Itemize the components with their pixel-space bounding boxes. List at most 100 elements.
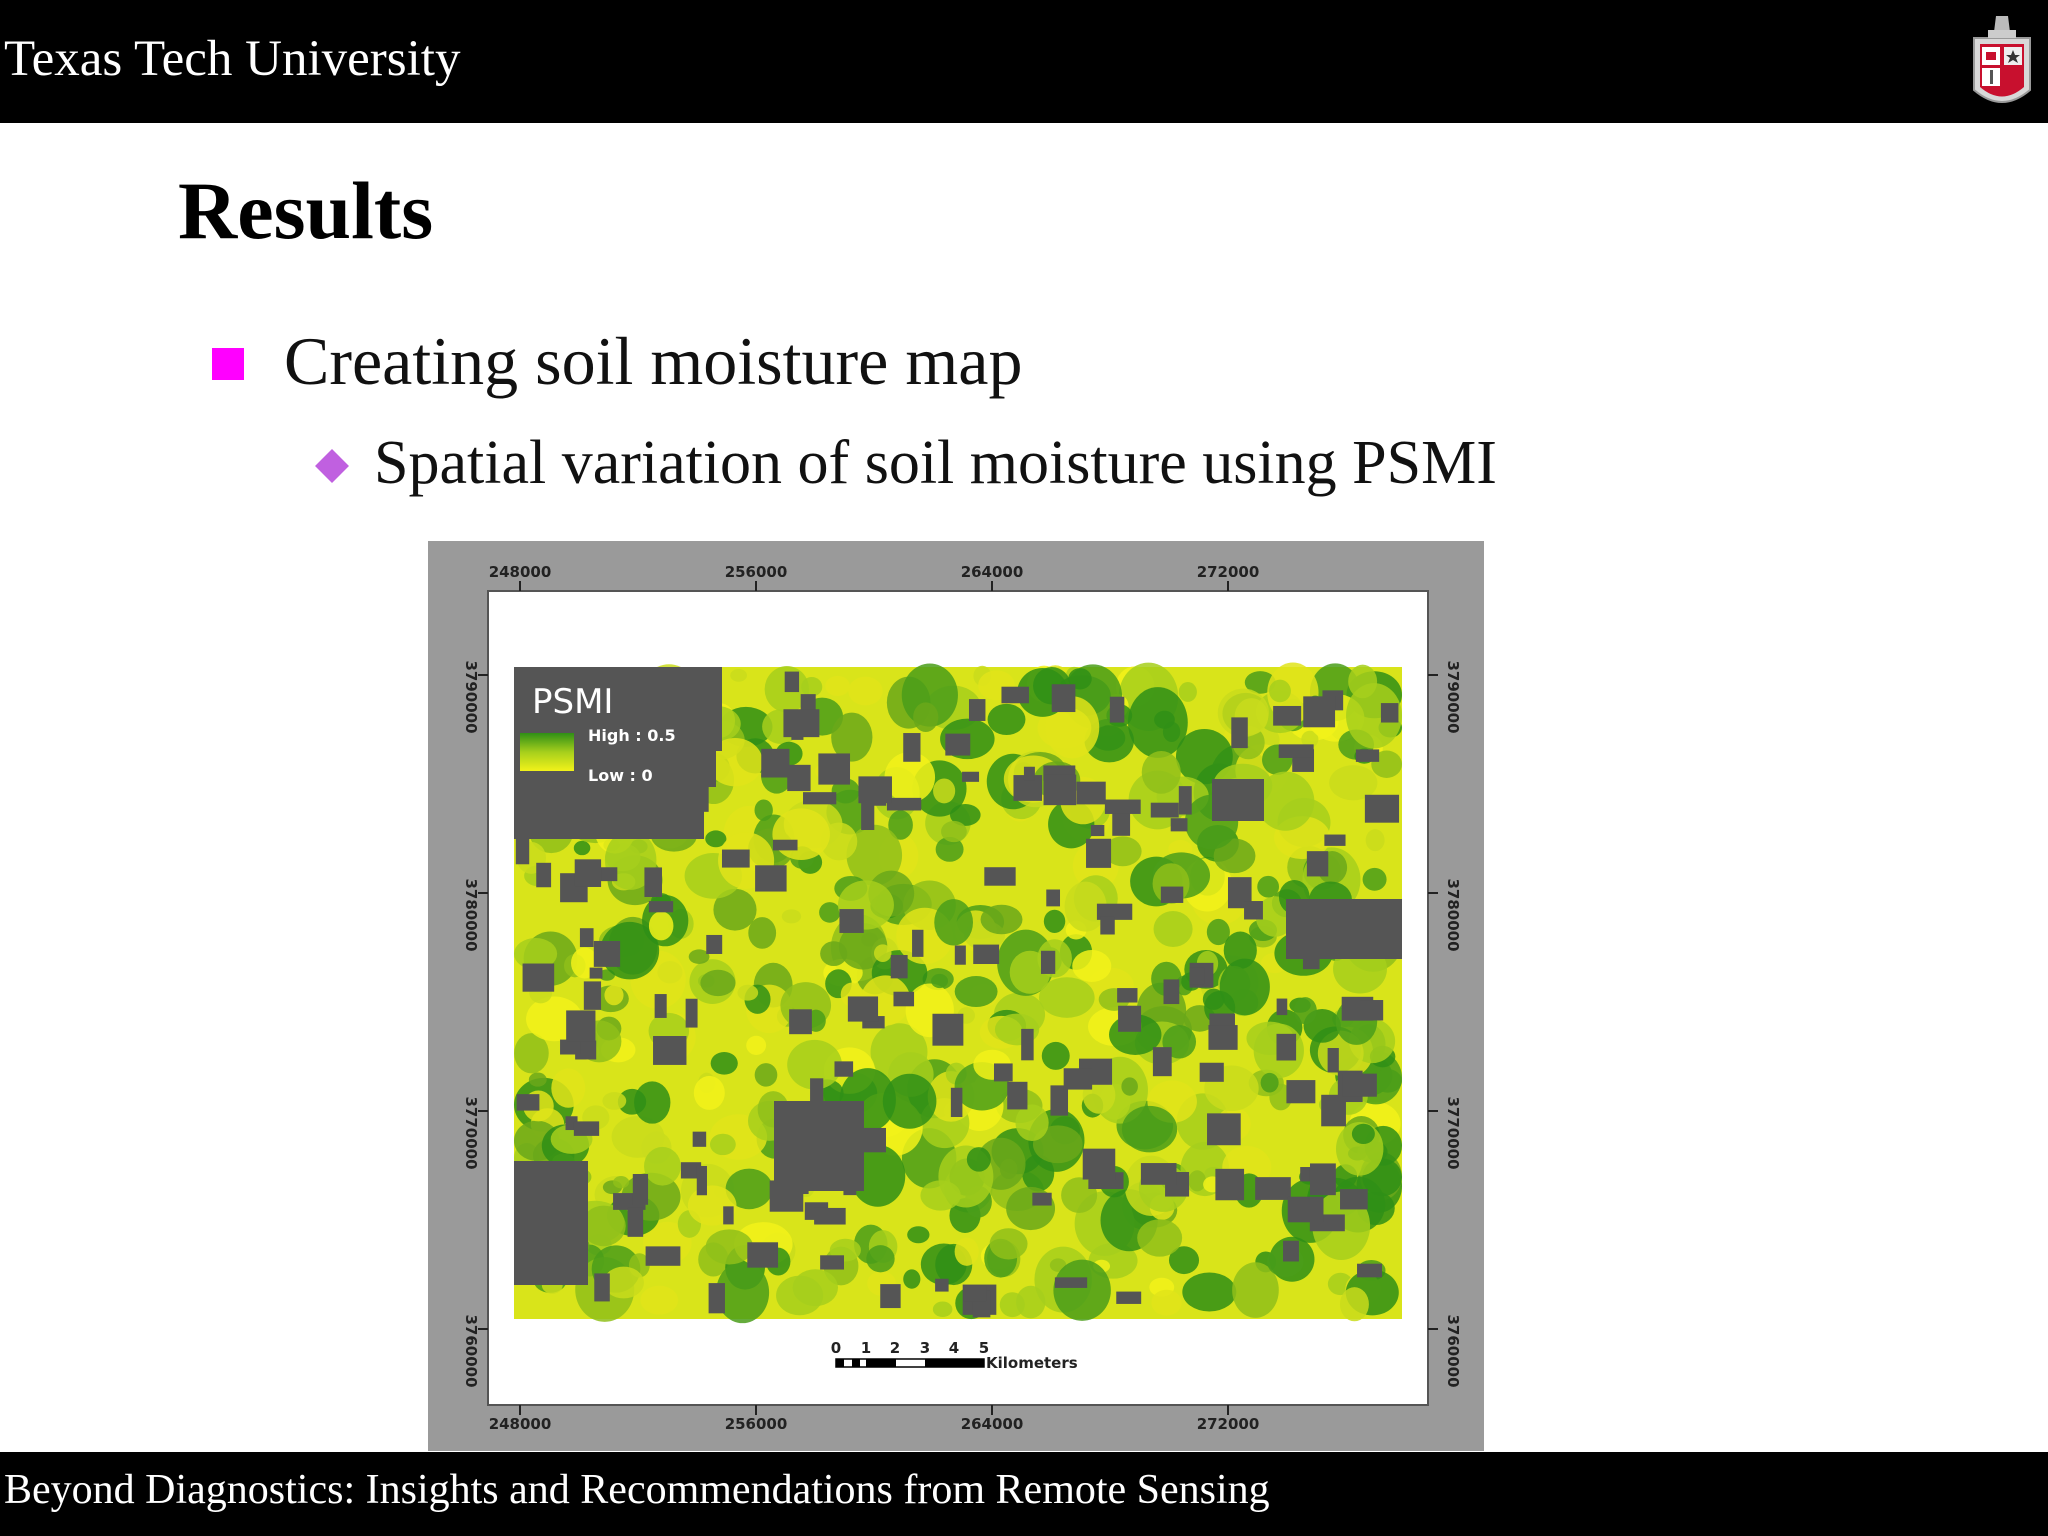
legend-low-label: Low : 0 bbox=[588, 766, 653, 785]
masked-block bbox=[648, 901, 674, 913]
masked-block bbox=[886, 797, 922, 811]
x-tick-label: 264000 bbox=[961, 1415, 1024, 1433]
masked-block bbox=[1051, 684, 1076, 713]
masked-block bbox=[723, 1206, 734, 1225]
field-patch bbox=[825, 675, 850, 697]
x-tick-label: 256000 bbox=[725, 1415, 788, 1433]
masked-block bbox=[814, 1207, 846, 1225]
masked-block bbox=[774, 1101, 864, 1191]
masked-block bbox=[761, 748, 790, 778]
masked-block bbox=[1170, 818, 1188, 832]
x-tick-label: 264000 bbox=[961, 563, 1024, 581]
field-patch bbox=[602, 1092, 627, 1110]
masked-block bbox=[772, 839, 798, 851]
field-patch bbox=[754, 1063, 778, 1087]
masked-block bbox=[789, 1009, 812, 1035]
masked-block bbox=[935, 1278, 949, 1292]
masked-block bbox=[1209, 1013, 1235, 1026]
masked-block bbox=[1283, 1240, 1299, 1262]
field-patch bbox=[551, 1068, 586, 1108]
masked-block bbox=[784, 671, 800, 693]
field-patch bbox=[933, 778, 956, 804]
masked-block bbox=[893, 991, 915, 1007]
x-tick-label: 272000 bbox=[1197, 563, 1260, 581]
field-patch bbox=[1121, 1077, 1138, 1096]
field-patch bbox=[746, 1035, 767, 1055]
masked-block bbox=[968, 699, 986, 721]
masked-block bbox=[1063, 1068, 1093, 1090]
field-patch bbox=[693, 1075, 725, 1110]
x-tick-label: 256000 bbox=[725, 563, 788, 581]
masked-block bbox=[803, 792, 837, 805]
masked-block bbox=[594, 1273, 610, 1302]
y-tick-label: 3770000 bbox=[1444, 1096, 1462, 1169]
field-patch bbox=[1121, 1105, 1178, 1153]
masked-block bbox=[1278, 744, 1314, 758]
masked-block bbox=[583, 981, 602, 1010]
y-tick-label: 3780000 bbox=[1444, 878, 1462, 951]
bullet-level1-text: Creating soil moisture map bbox=[284, 323, 1023, 399]
field-patch bbox=[920, 1180, 961, 1211]
university-seal-icon bbox=[1973, 16, 2031, 103]
field-patch bbox=[1041, 1041, 1070, 1070]
y-tick-label: 3780000 bbox=[462, 878, 480, 951]
field-patch bbox=[941, 820, 967, 843]
y-tick-label: 3760000 bbox=[462, 1314, 480, 1387]
masked-block bbox=[566, 1010, 596, 1042]
masked-block bbox=[963, 1285, 987, 1302]
field-patch bbox=[640, 1285, 679, 1315]
field-patch bbox=[873, 944, 892, 962]
field-patch bbox=[848, 676, 883, 706]
field-patch bbox=[776, 1275, 824, 1316]
masked-block bbox=[962, 771, 980, 782]
masked-block bbox=[1231, 717, 1248, 749]
masked-block bbox=[1023, 766, 1035, 781]
scale-number: 2 bbox=[890, 1339, 900, 1357]
field-patch bbox=[932, 1301, 953, 1317]
field-patch bbox=[1339, 1287, 1369, 1322]
masked-block bbox=[1001, 686, 1029, 704]
y-tick-label: 3790000 bbox=[462, 660, 480, 733]
masked-block bbox=[1117, 988, 1138, 1003]
field-patch bbox=[1182, 1272, 1237, 1312]
masked-block bbox=[560, 1039, 581, 1055]
field-patch bbox=[1293, 997, 1317, 1025]
masked-block bbox=[632, 1173, 649, 1205]
masked-block bbox=[1100, 916, 1115, 935]
masked-block bbox=[573, 1121, 600, 1136]
masked-block bbox=[1043, 774, 1077, 806]
y-tick-label: 3770000 bbox=[462, 1096, 480, 1169]
field-patch bbox=[966, 1147, 991, 1172]
masked-block bbox=[515, 838, 530, 865]
legend-color-ramp bbox=[520, 733, 574, 771]
footer-text: Beyond Diagnostics: Insights and Recomme… bbox=[4, 1467, 1270, 1513]
masked-block bbox=[1104, 799, 1141, 814]
field-patch bbox=[1151, 1289, 1182, 1316]
masked-block bbox=[912, 929, 924, 957]
masked-block bbox=[1082, 1148, 1116, 1180]
field-patch bbox=[772, 808, 830, 860]
field-patch bbox=[604, 985, 624, 1006]
psmi-soil-moisture-map: PSMI High : 0.5 Low : 0 248000 256000 26… bbox=[428, 541, 1484, 1451]
field-patch bbox=[528, 1072, 547, 1087]
masked-block bbox=[1380, 703, 1399, 723]
masked-block bbox=[993, 1063, 1013, 1082]
field-patch bbox=[710, 1051, 738, 1075]
masked-block bbox=[1178, 786, 1192, 815]
field-patch bbox=[1043, 909, 1066, 933]
masked-block bbox=[839, 909, 864, 933]
masked-block bbox=[706, 934, 723, 954]
masked-block bbox=[1208, 1025, 1238, 1050]
field-patch bbox=[1202, 988, 1225, 1010]
field-patch bbox=[700, 969, 736, 997]
field-patch bbox=[934, 899, 973, 946]
masked-block bbox=[847, 996, 879, 1022]
field-patch bbox=[866, 1245, 895, 1273]
masked-block bbox=[1163, 979, 1180, 1005]
masked-block bbox=[945, 733, 971, 756]
field-patch bbox=[954, 1237, 979, 1266]
scale-number: 3 bbox=[920, 1339, 930, 1357]
masked-block bbox=[1086, 838, 1112, 868]
field-patch bbox=[903, 1269, 921, 1289]
masked-block bbox=[516, 1094, 540, 1111]
